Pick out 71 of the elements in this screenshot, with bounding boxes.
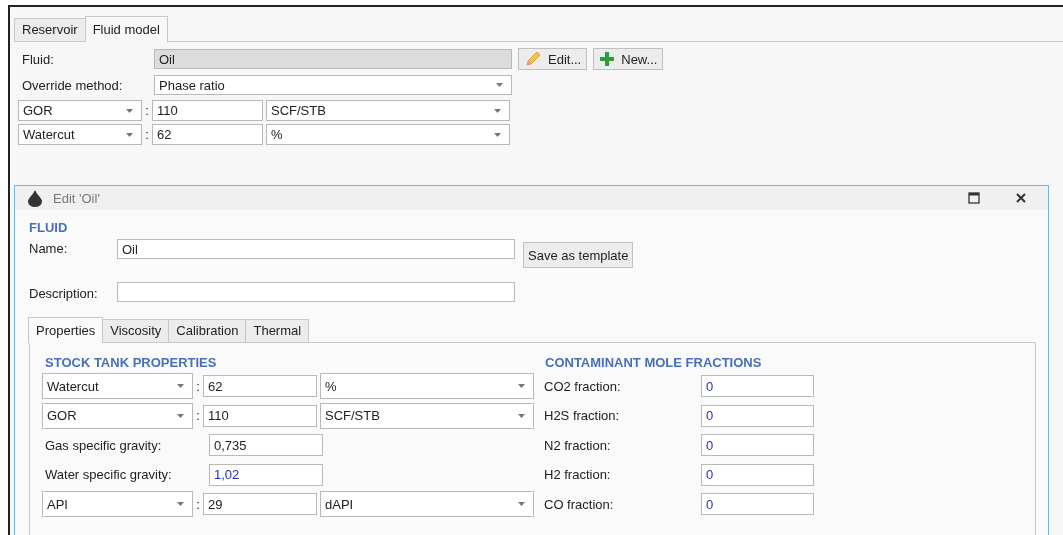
value-field[interactable]: 110 — [152, 100, 263, 121]
caret-icon — [518, 413, 525, 418]
field-label: CO2 fraction: — [543, 378, 622, 394]
field-label: CO fraction: — [543, 496, 615, 512]
fluid-field[interactable]: Oil — [154, 49, 512, 69]
caret-icon — [494, 108, 501, 113]
description-field[interactable] — [117, 282, 515, 302]
unit-dropdown[interactable]: % — [320, 373, 534, 399]
caret-icon — [177, 502, 184, 506]
value-field[interactable]: 29 — [203, 493, 317, 515]
separator: : — [195, 496, 201, 512]
field-label: Name: — [29, 240, 69, 256]
value-field[interactable]: 0 — [701, 404, 814, 427]
field-label: Gas specific gravity: — [44, 437, 163, 453]
unit-dropdown[interactable]: % — [266, 124, 510, 145]
separator: : — [195, 408, 201, 423]
tab[interactable]: Calibration — [168, 319, 247, 342]
value-field[interactable]: 0 — [701, 375, 814, 397]
pencil-icon — [524, 50, 542, 68]
caret-icon — [126, 108, 133, 113]
value-field[interactable]: 0 — [701, 493, 814, 515]
new-button[interactable]: New... — [593, 48, 664, 70]
save-template-button[interactable]: Save as template — [523, 242, 634, 268]
field-label: Fluid: — [22, 51, 55, 67]
unit-dropdown[interactable]: dAPI — [320, 491, 534, 517]
field-label: Override method: — [22, 77, 124, 93]
caret-icon — [126, 132, 133, 137]
drop-icon — [27, 189, 43, 207]
unit-dropdown[interactable]: SCF/STB — [320, 402, 534, 429]
quantity-dropdown[interactable]: GOR — [18, 100, 142, 121]
quantity-dropdown[interactable]: API — [42, 491, 193, 517]
caret-icon — [177, 413, 184, 418]
caret-icon — [494, 132, 501, 137]
section-heading: FLUID — [29, 220, 69, 235]
section-heading: STOCK TANK PROPERTIES — [44, 355, 218, 370]
separator: : — [195, 378, 201, 394]
plus-icon — [599, 51, 616, 67]
tab[interactable]: Fluid model — [84, 16, 168, 42]
separator: : — [144, 103, 150, 118]
field-label: N2 fraction: — [543, 437, 612, 453]
tab[interactable]: Thermal — [245, 319, 310, 342]
tab[interactable]: Reservoir — [14, 18, 86, 41]
caret-icon — [518, 384, 525, 388]
value-field[interactable]: 62 — [152, 124, 263, 145]
field-label: H2S fraction: — [543, 408, 621, 423]
field-label: Description: — [29, 284, 99, 301]
value-field[interactable]: 0 — [701, 463, 814, 486]
dialog-title: Edit 'Oil' — [53, 190, 100, 206]
close-button[interactable] — [1016, 193, 1026, 203]
value-field[interactable]: 0,735 — [209, 434, 323, 456]
unit-dropdown[interactable]: SCF/STB — [266, 100, 510, 121]
caret-icon — [518, 502, 525, 506]
section-heading: CONTAMINANT MOLE FRACTIONS — [544, 355, 763, 370]
quantity-dropdown[interactable]: Watercut — [42, 373, 193, 399]
quantity-dropdown[interactable]: GOR — [42, 402, 193, 429]
field-label: Water specific gravity: — [44, 467, 173, 482]
name-field[interactable]: Oil — [117, 239, 515, 259]
caret-icon — [496, 83, 503, 87]
value-field[interactable]: 110 — [203, 404, 317, 427]
caret-icon — [177, 384, 184, 388]
separator: : — [144, 127, 150, 142]
quantity-dropdown[interactable]: Watercut — [18, 124, 142, 145]
value-field[interactable]: 1,02 — [209, 463, 323, 486]
field-label: H2 fraction: — [543, 467, 612, 482]
edit-button[interactable]: Edit... — [518, 48, 588, 70]
tab[interactable]: Properties — [28, 317, 104, 343]
tab[interactable]: Viscosity — [102, 319, 170, 342]
value-field[interactable]: 62 — [203, 375, 317, 397]
maximize-button[interactable] — [968, 192, 980, 204]
value-field[interactable]: 0 — [701, 434, 814, 456]
override-dropdown[interactable]: Phase ratio — [154, 75, 512, 95]
